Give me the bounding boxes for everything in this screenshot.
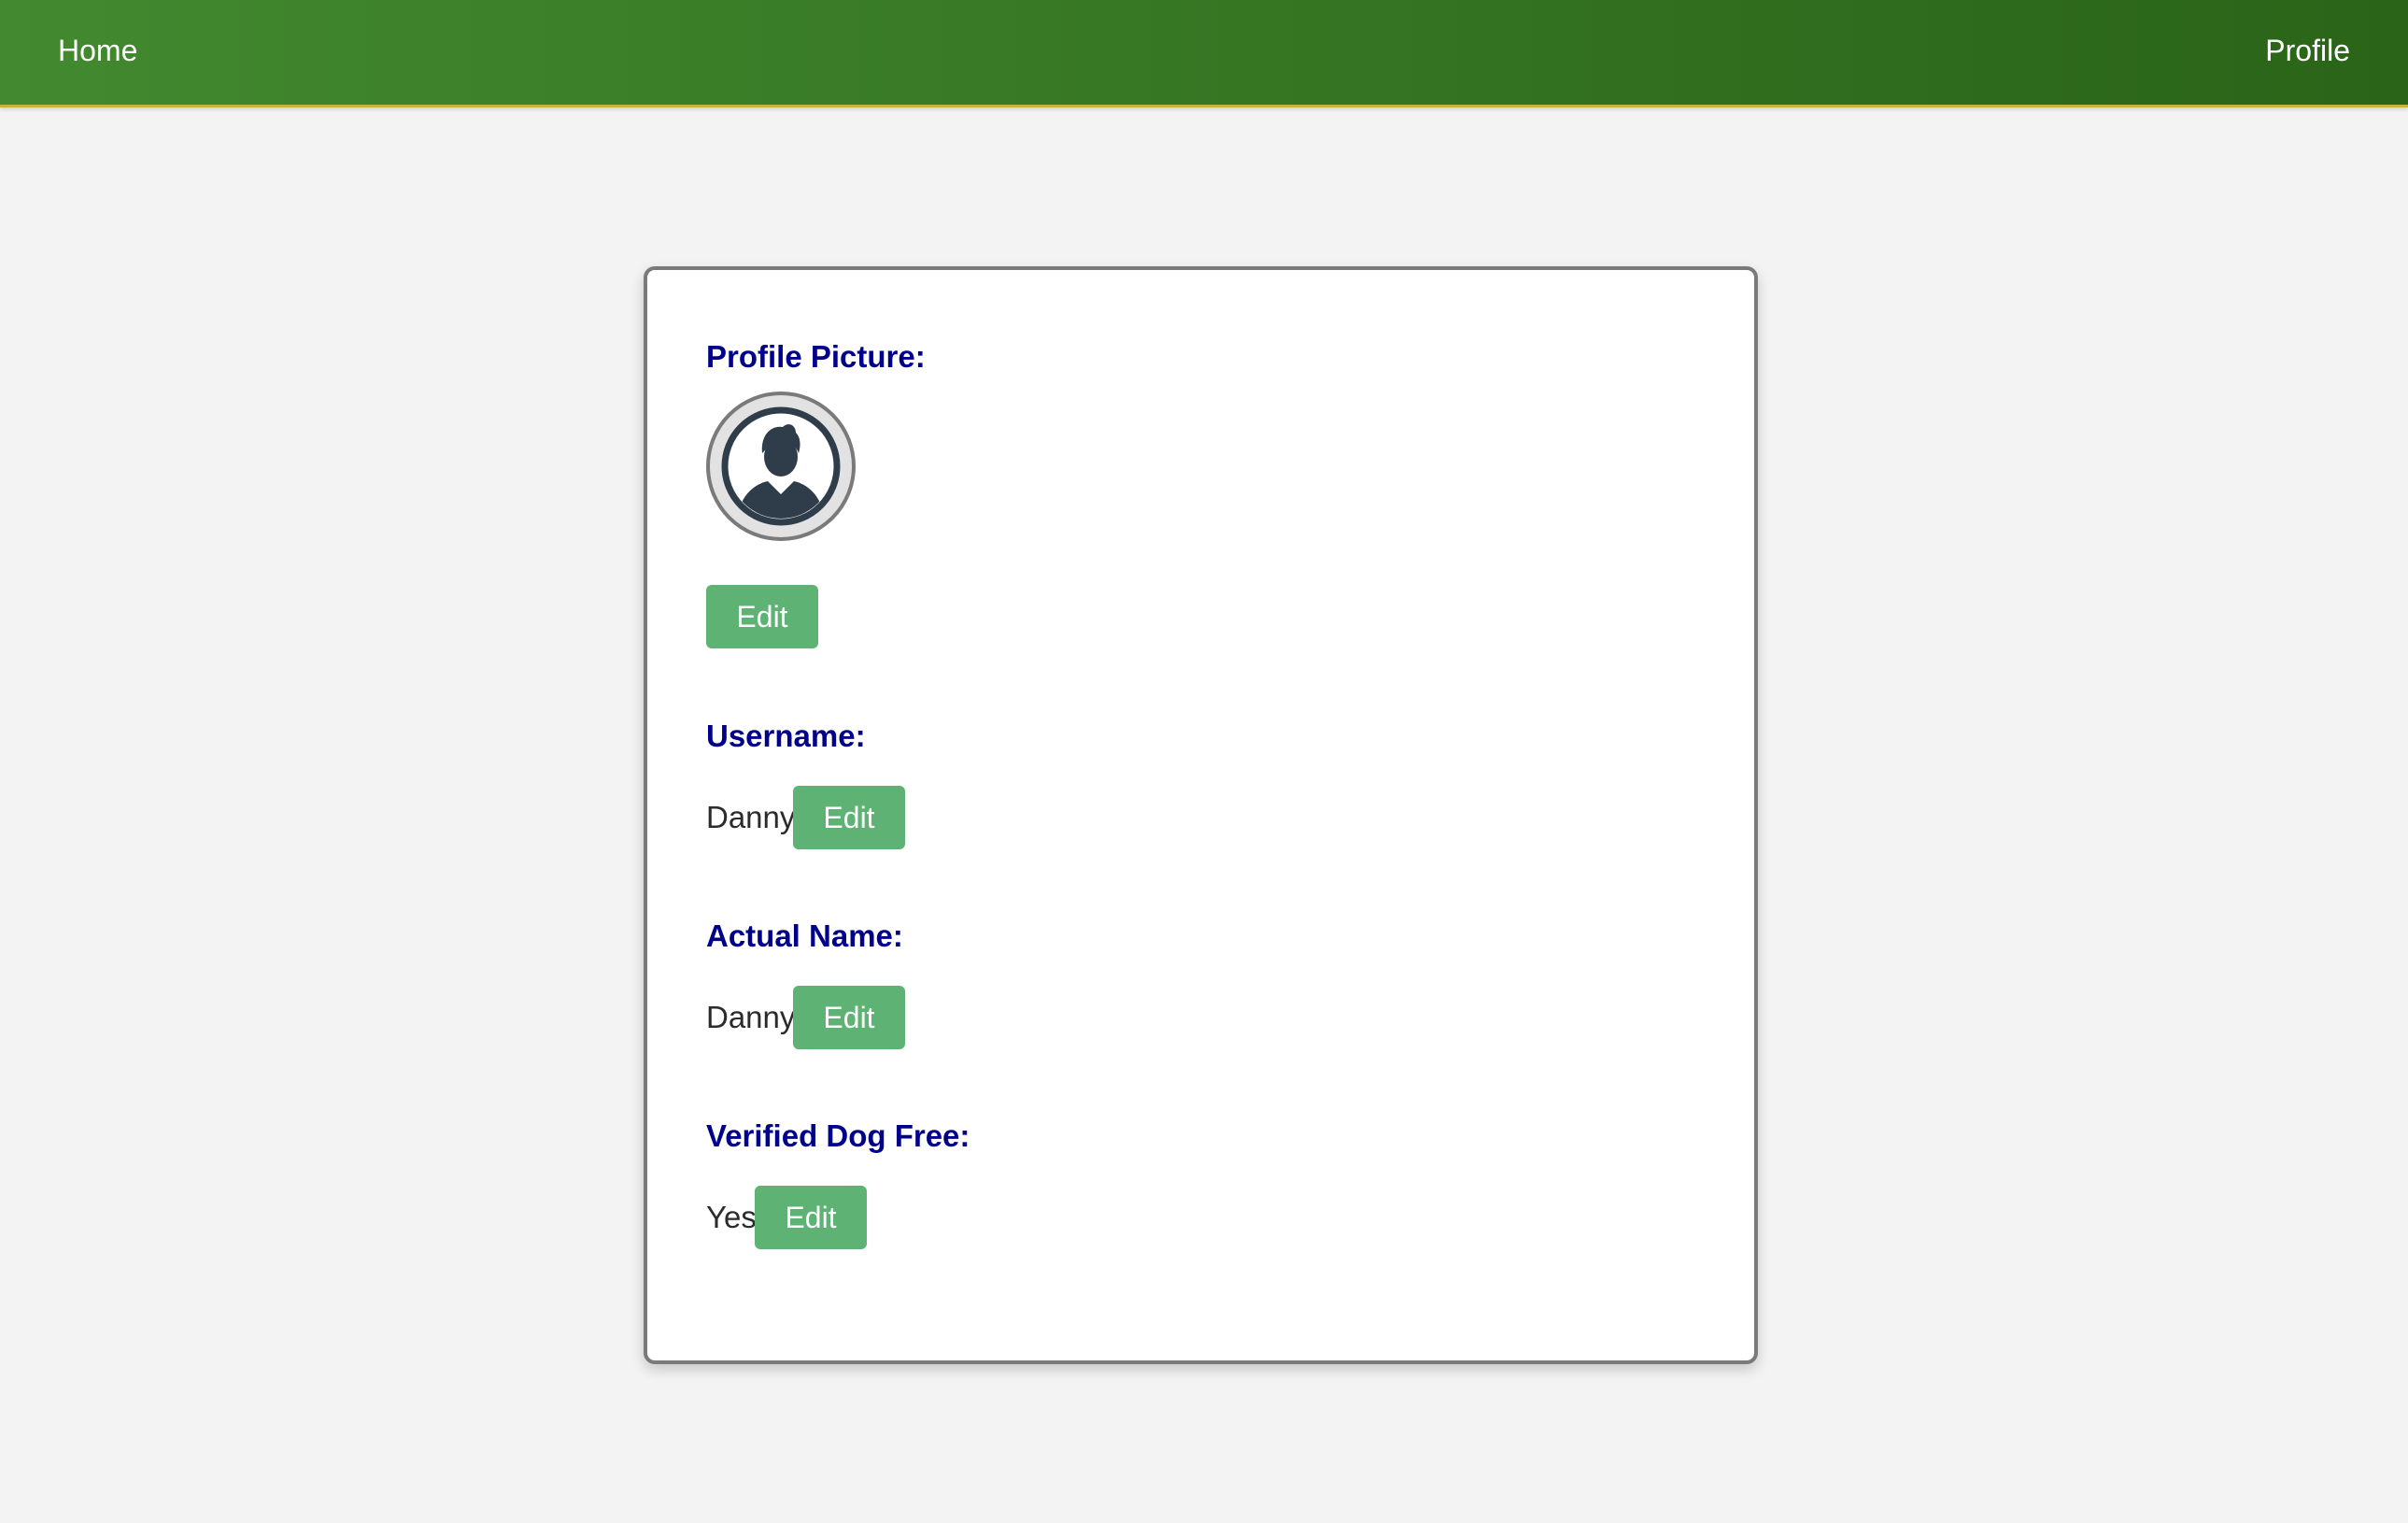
actual-name-label: Actual Name: [706, 918, 903, 953]
edit-username-button[interactable]: Edit [793, 786, 905, 849]
user-avatar-icon [706, 391, 856, 541]
edit-actual-name-button[interactable]: Edit [793, 986, 905, 1049]
top-navbar: Home Profile [0, 0, 2408, 107]
nav-profile-link[interactable]: Profile [2265, 32, 2350, 69]
actual-name-value: Danny [706, 1000, 796, 1034]
username-label: Username: [706, 719, 866, 753]
edit-verified-dog-free-button[interactable]: Edit [755, 1186, 867, 1249]
verified-dog-free-value: Yes [706, 1200, 757, 1234]
verified-dog-free-label: Verified Dog Free: [706, 1118, 970, 1153]
avatar-person-icon [721, 406, 841, 526]
edit-profile-picture-button[interactable]: Edit [706, 585, 818, 648]
nav-home-link[interactable]: Home [58, 32, 137, 69]
profile-card: Profile Picture: Edit Username: Danny Ed… [644, 266, 1758, 1364]
profile-picture-label: Profile Picture: [706, 339, 926, 374]
username-value: Danny [706, 800, 796, 834]
